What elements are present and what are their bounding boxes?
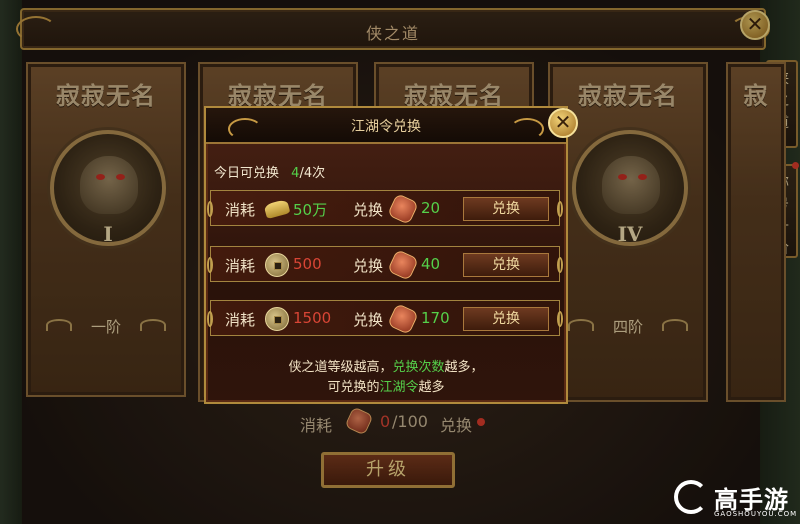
cost-amount: 500 (293, 255, 322, 273)
get-label: 兑换 (353, 201, 384, 219)
coin-icon (265, 253, 289, 277)
row-ornament-icon (207, 257, 213, 273)
daily-label: 今日可兑换 (214, 166, 280, 181)
get-amount: 20 (421, 199, 441, 217)
jianghu-token-icon (387, 193, 419, 225)
cost-label: 消耗 (225, 311, 256, 329)
cost-label: 消耗 (225, 257, 256, 275)
exchange-row: 消耗 500 兑换 40 兑换 (207, 246, 563, 282)
row-ornament-icon (207, 311, 213, 327)
watermark-g-icon (674, 480, 708, 514)
row-ornament-icon (207, 201, 213, 217)
row-ornament-icon (557, 257, 563, 273)
watermark-logo: 高手游 GAOSHOUYOU.COM (674, 478, 796, 522)
dialog-header: 江湖令兑换 (206, 108, 566, 144)
get-amount: 40 (421, 255, 441, 273)
ornament-right-icon (510, 118, 544, 140)
exchange-row: 消耗 50万 兑换 20 兑换 (207, 190, 563, 226)
watermark-sub: GAOSHOUYOU.COM (714, 510, 798, 518)
exchange-row: 消耗 1500 兑换 170 兑换 (207, 300, 563, 336)
gold-ingot-icon (263, 198, 291, 220)
close-dialog-button[interactable]: ✕ (548, 108, 578, 138)
exchange-button[interactable]: 兑换 (463, 253, 549, 277)
jianghu-token-icon (387, 303, 419, 335)
get-label: 兑换 (353, 257, 384, 275)
get-label: 兑换 (353, 311, 384, 329)
row-ornament-icon (557, 201, 563, 217)
cost-amount: 50万 (293, 201, 328, 219)
daily-total: /4次 (299, 166, 326, 181)
jianghu-token-icon (387, 249, 419, 281)
coin-icon (265, 307, 289, 331)
exchange-button[interactable]: 兑换 (463, 307, 549, 331)
daily-exchange-count: 今日可兑换 4/4次 (214, 162, 325, 181)
exchange-button[interactable]: 兑换 (463, 197, 549, 221)
row-ornament-icon (557, 311, 563, 327)
exchange-hint-line1: 侠之道等级越高，兑换次数越多， (288, 360, 484, 375)
exchange-hint-line2: 可兑换的江湖令越多 (327, 380, 445, 395)
cost-amount: 1500 (293, 309, 332, 327)
cost-label: 消耗 (225, 201, 256, 219)
get-amount: 170 (421, 309, 450, 327)
